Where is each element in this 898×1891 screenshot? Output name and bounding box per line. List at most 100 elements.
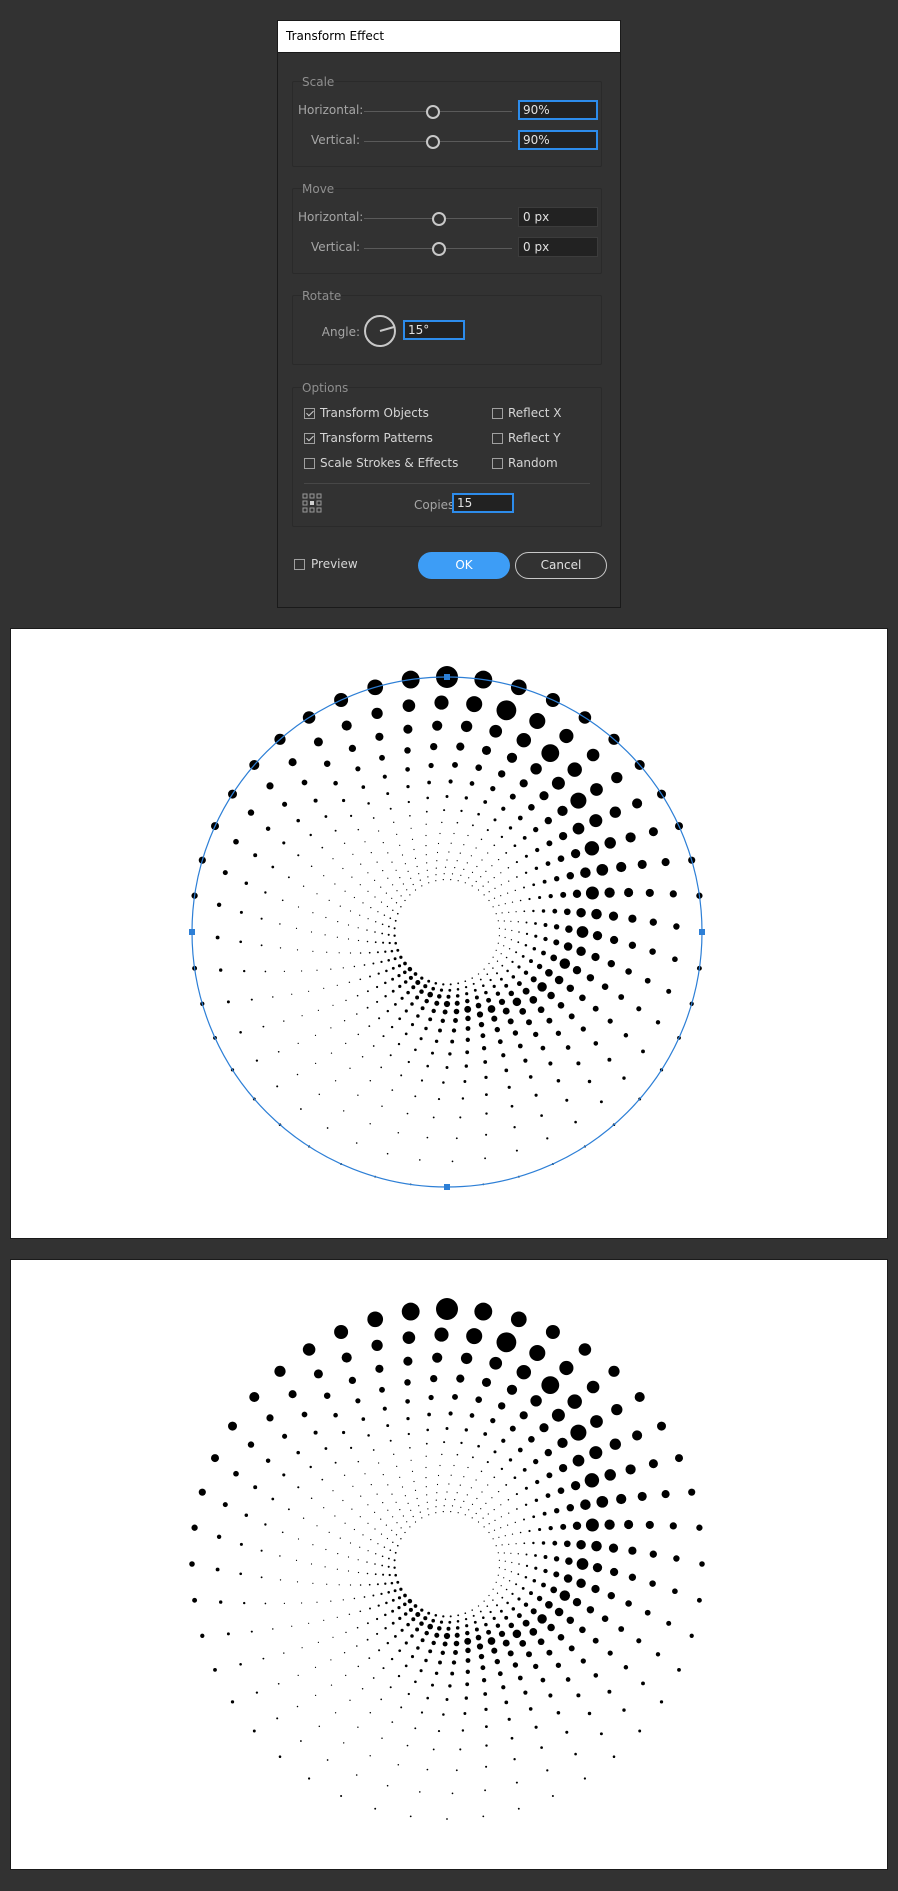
spiral-dot [382, 842, 384, 844]
spiral-dot [409, 815, 411, 817]
anchor-point-handle[interactable] [189, 929, 195, 935]
dot-spiral-selected[interactable] [11, 629, 889, 1240]
spiral-dot [499, 977, 503, 981]
spiral-dot [318, 1093, 321, 1096]
move-horizontal-slider-knob[interactable] [432, 212, 446, 226]
spiral-dot [496, 700, 517, 721]
reflect-y-checkbox[interactable] [492, 433, 503, 444]
spiral-dot [448, 1483, 450, 1485]
move-vertical-slider-knob[interactable] [432, 242, 446, 256]
spiral-dot [362, 902, 364, 904]
spiral-dot [381, 1564, 384, 1567]
spiral-dot [384, 1613, 387, 1617]
reflect-x-checkbox[interactable] [492, 408, 503, 419]
spiral-dot [397, 1674, 401, 1678]
scale-vertical-slider-knob[interactable] [426, 135, 440, 149]
spiral-dot [370, 852, 372, 854]
anchor-point-handle[interactable] [444, 674, 450, 680]
move-horizontal-input[interactable]: 0 px [518, 207, 598, 227]
spiral-dot [563, 942, 573, 951]
spiral-dot [481, 859, 483, 861]
spiral-dot [385, 1524, 387, 1526]
spiral-dot [508, 990, 515, 997]
spiral-dot [378, 1649, 381, 1652]
spiral-dot [490, 1417, 496, 1424]
spiral-dot [359, 914, 361, 916]
spiral-dot [314, 1034, 317, 1036]
spiral-dot [436, 1492, 438, 1494]
spiral-dot [474, 1627, 479, 1632]
spiral-dot [382, 1474, 384, 1476]
spiral-dot [407, 966, 413, 972]
spiral-dot [364, 841, 366, 843]
spiral-dot [425, 834, 427, 837]
spiral-dot [501, 1596, 504, 1599]
spiral-dot [463, 1080, 467, 1083]
spiral-dot [488, 899, 490, 902]
selection-path[interactable] [191, 676, 703, 1188]
spiral-dot [504, 1535, 506, 1537]
cancel-button[interactable]: Cancel [515, 552, 607, 579]
spiral-dot [539, 1423, 549, 1433]
angle-input[interactable]: 15° [403, 320, 465, 340]
transform-patterns-checkbox[interactable] [304, 433, 315, 444]
spiral-dot [222, 1502, 228, 1508]
spiral-dot [454, 867, 456, 869]
spiral-dot [249, 1391, 260, 1403]
spiral-dot [525, 932, 529, 936]
scale-strokes-checkbox[interactable] [304, 458, 315, 469]
scale-horizontal-slider-knob[interactable] [426, 105, 440, 119]
spiral-dot [488, 1531, 490, 1534]
reference-point-icon[interactable] [302, 493, 322, 513]
spiral-dot [418, 1505, 420, 1507]
scale-horizontal-input[interactable]: 90% [518, 100, 598, 120]
spiral-dot [669, 1522, 677, 1530]
spiral-dot [326, 951, 328, 953]
spiral-dot [397, 1131, 400, 1134]
spiral-dot [666, 1620, 672, 1626]
anchor-point-handle[interactable] [699, 929, 705, 935]
spiral-dot [584, 1473, 600, 1488]
spiral-dot [288, 1390, 297, 1399]
spiral-dot [508, 826, 513, 830]
spiral-dot [453, 1008, 460, 1015]
spiral-dot [317, 1009, 319, 1011]
spiral-dot [323, 1392, 331, 1399]
spiral-dot [374, 931, 376, 933]
transform-objects-checkbox[interactable] [304, 408, 315, 419]
spiral-dot [551, 1794, 554, 1798]
angle-dial-icon[interactable] [363, 314, 397, 348]
spiral-dot [534, 1498, 539, 1503]
spiral-dot [400, 1706, 403, 1709]
spiral-dot [420, 976, 424, 980]
spiral-dot [348, 981, 351, 984]
scale-vertical-input[interactable]: 90% [518, 130, 598, 150]
spiral-dot [541, 1376, 560, 1395]
move-vertical-input[interactable]: 0 px [518, 237, 598, 257]
spiral-dot [414, 1521, 417, 1523]
spiral-dot [570, 1480, 581, 1491]
spiral-dot [380, 1592, 383, 1596]
spiral-dot [675, 1454, 683, 1463]
spiral-dot [396, 1580, 400, 1584]
spiral-dot [369, 975, 371, 978]
spiral-dot [406, 1521, 408, 1523]
spiral-dot [456, 1492, 458, 1494]
spiral-dot [483, 894, 485, 896]
ok-button[interactable]: OK [418, 552, 510, 579]
spiral-dot [228, 1421, 237, 1431]
artboard-selected[interactable] [10, 628, 888, 1239]
random-checkbox[interactable] [492, 458, 503, 469]
spiral-dot [369, 1079, 372, 1082]
copies-input[interactable]: 15 [452, 493, 514, 513]
anchor-point-handle[interactable] [444, 1184, 450, 1190]
spiral-dot [391, 977, 395, 981]
spiral-dot [443, 1505, 445, 1507]
spiral-dot [537, 1006, 545, 1014]
spiral-dot [281, 1531, 284, 1534]
spiral-dot [396, 890, 398, 892]
preview-checkbox[interactable] [294, 559, 305, 570]
spiral-dot [400, 895, 402, 897]
spiral-dot [279, 923, 281, 925]
spiral-dot [492, 1599, 494, 1601]
